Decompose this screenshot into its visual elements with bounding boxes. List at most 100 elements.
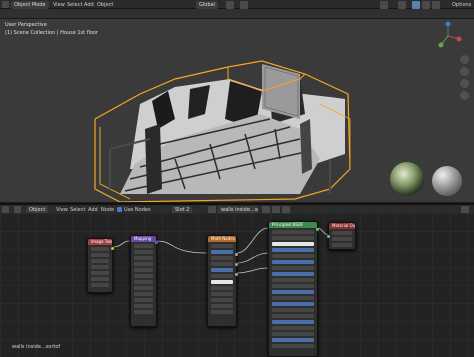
menu-object[interactable]: Object: [97, 2, 113, 8]
node-row[interactable]: [211, 244, 233, 248]
node-row[interactable]: [272, 338, 314, 342]
node-row[interactable]: [134, 274, 153, 278]
node-row[interactable]: [211, 256, 233, 260]
use-nodes-checkbox[interactable]: [117, 207, 122, 212]
node-header: Principled BSDF: [269, 222, 317, 228]
node-row[interactable]: [272, 326, 314, 330]
node-row[interactable]: [272, 332, 314, 336]
node-row[interactable]: [134, 304, 153, 308]
menu-select[interactable]: Select: [67, 2, 82, 8]
viewport-header: Object Mode View Select Add Object Globa…: [0, 0, 474, 9]
xray-icon[interactable]: [398, 1, 406, 9]
node-row[interactable]: [211, 280, 233, 284]
node-row[interactable]: [272, 254, 314, 258]
options-menu[interactable]: Options: [452, 2, 471, 8]
node-row[interactable]: [272, 272, 314, 276]
node-row[interactable]: [272, 296, 314, 300]
output-socket[interactable]: [235, 273, 238, 276]
material-output-node[interactable]: Material Output: [327, 222, 356, 250]
node-editor-type-icon[interactable]: [2, 206, 9, 213]
node-row[interactable]: [211, 286, 233, 290]
node-row[interactable]: [134, 310, 153, 314]
node-row[interactable]: [134, 286, 153, 290]
mapping-node[interactable]: Mapping: [130, 235, 158, 327]
pan-icon[interactable]: [460, 67, 469, 76]
output-socket[interactable]: [111, 247, 114, 250]
hdri-preview-sphere: [390, 162, 424, 196]
node-row[interactable]: [272, 236, 314, 240]
menu-view[interactable]: View: [53, 2, 65, 8]
proportional-edit-icon[interactable]: [240, 1, 248, 9]
node-row[interactable]: [211, 250, 233, 254]
node-row[interactable]: [272, 248, 314, 252]
node-row[interactable]: [134, 268, 153, 272]
input-socket[interactable]: [327, 235, 330, 238]
shading-material-icon[interactable]: [422, 1, 430, 9]
node-header: Mapping: [131, 236, 156, 242]
shading-solid-icon[interactable]: [412, 1, 420, 9]
node-row[interactable]: [91, 277, 109, 281]
node-row[interactable]: [272, 242, 314, 246]
node-row[interactable]: [272, 230, 314, 234]
zoom-icon[interactable]: [460, 55, 469, 64]
node-row[interactable]: [91, 283, 109, 287]
node-row[interactable]: [134, 292, 153, 296]
node-header: Image Texture: [88, 239, 112, 245]
node-row[interactable]: [272, 344, 314, 348]
node-row[interactable]: [332, 231, 352, 235]
node-row[interactable]: [211, 262, 233, 266]
shading-rendered-icon[interactable]: [432, 1, 440, 9]
node-row[interactable]: [134, 256, 153, 260]
overlay-icon[interactable]: [380, 1, 388, 9]
node-row[interactable]: [211, 310, 233, 314]
3d-viewport[interactable]: User Perspective (1) Scene Collection | …: [0, 19, 474, 202]
node-row[interactable]: [91, 259, 109, 263]
node-row[interactable]: [272, 284, 314, 288]
node-row[interactable]: [91, 247, 109, 251]
node-header: Material Output: [329, 223, 355, 229]
node-row[interactable]: [211, 298, 233, 302]
output-socket[interactable]: [155, 241, 158, 244]
navigation-gizmo[interactable]: [433, 21, 463, 51]
image-texture-node[interactable]: Image Texture: [87, 238, 114, 293]
node-row[interactable]: [211, 268, 233, 272]
node-row[interactable]: [332, 243, 352, 247]
node-row[interactable]: [272, 278, 314, 282]
menu-add[interactable]: Add: [84, 2, 94, 8]
principled-bsdf-node[interactable]: Principled BSDF: [268, 221, 319, 357]
camera-view-icon[interactable]: [460, 79, 469, 88]
node-row[interactable]: [211, 292, 233, 296]
node-row[interactable]: [134, 244, 153, 248]
editor-type-icon[interactable]: [2, 1, 9, 8]
transform-orientation-dropdown[interactable]: Global: [196, 1, 218, 9]
node-row[interactable]: [134, 250, 153, 254]
node-row[interactable]: [134, 298, 153, 302]
node-row[interactable]: [272, 320, 314, 324]
node-row[interactable]: [272, 314, 314, 318]
node-row[interactable]: [272, 260, 314, 264]
node-editor-canvas[interactable]: Image Texture Mapping Math Nodes: [0, 213, 474, 357]
node-row[interactable]: [272, 308, 314, 312]
tool-header: [0, 9, 474, 19]
output-socket[interactable]: [235, 263, 238, 266]
snap-icon[interactable]: [226, 1, 234, 9]
node-row[interactable]: [91, 253, 109, 257]
node-row[interactable]: [91, 271, 109, 275]
node-row[interactable]: [272, 266, 314, 270]
node-row[interactable]: [134, 280, 153, 284]
node-row[interactable]: [91, 265, 109, 269]
material-name-label: walls inside...sortof: [12, 344, 61, 350]
node-row[interactable]: [332, 237, 352, 241]
node-row[interactable]: [134, 262, 153, 266]
math-node[interactable]: Math Nodes: [207, 235, 238, 327]
mode-dropdown[interactable]: Object Mode: [11, 1, 49, 9]
output-socket[interactable]: [235, 253, 238, 256]
node-row[interactable]: [272, 290, 314, 294]
perspective-toggle-icon[interactable]: [460, 91, 469, 100]
node-row[interactable]: [272, 302, 314, 306]
shader-type-icon[interactable]: [14, 206, 21, 213]
node-row[interactable]: [211, 304, 233, 308]
node-editor-header: Object View Select Add Node Use Nodes Sl…: [0, 203, 474, 214]
output-socket[interactable]: [316, 228, 319, 231]
node-row[interactable]: [211, 274, 233, 278]
